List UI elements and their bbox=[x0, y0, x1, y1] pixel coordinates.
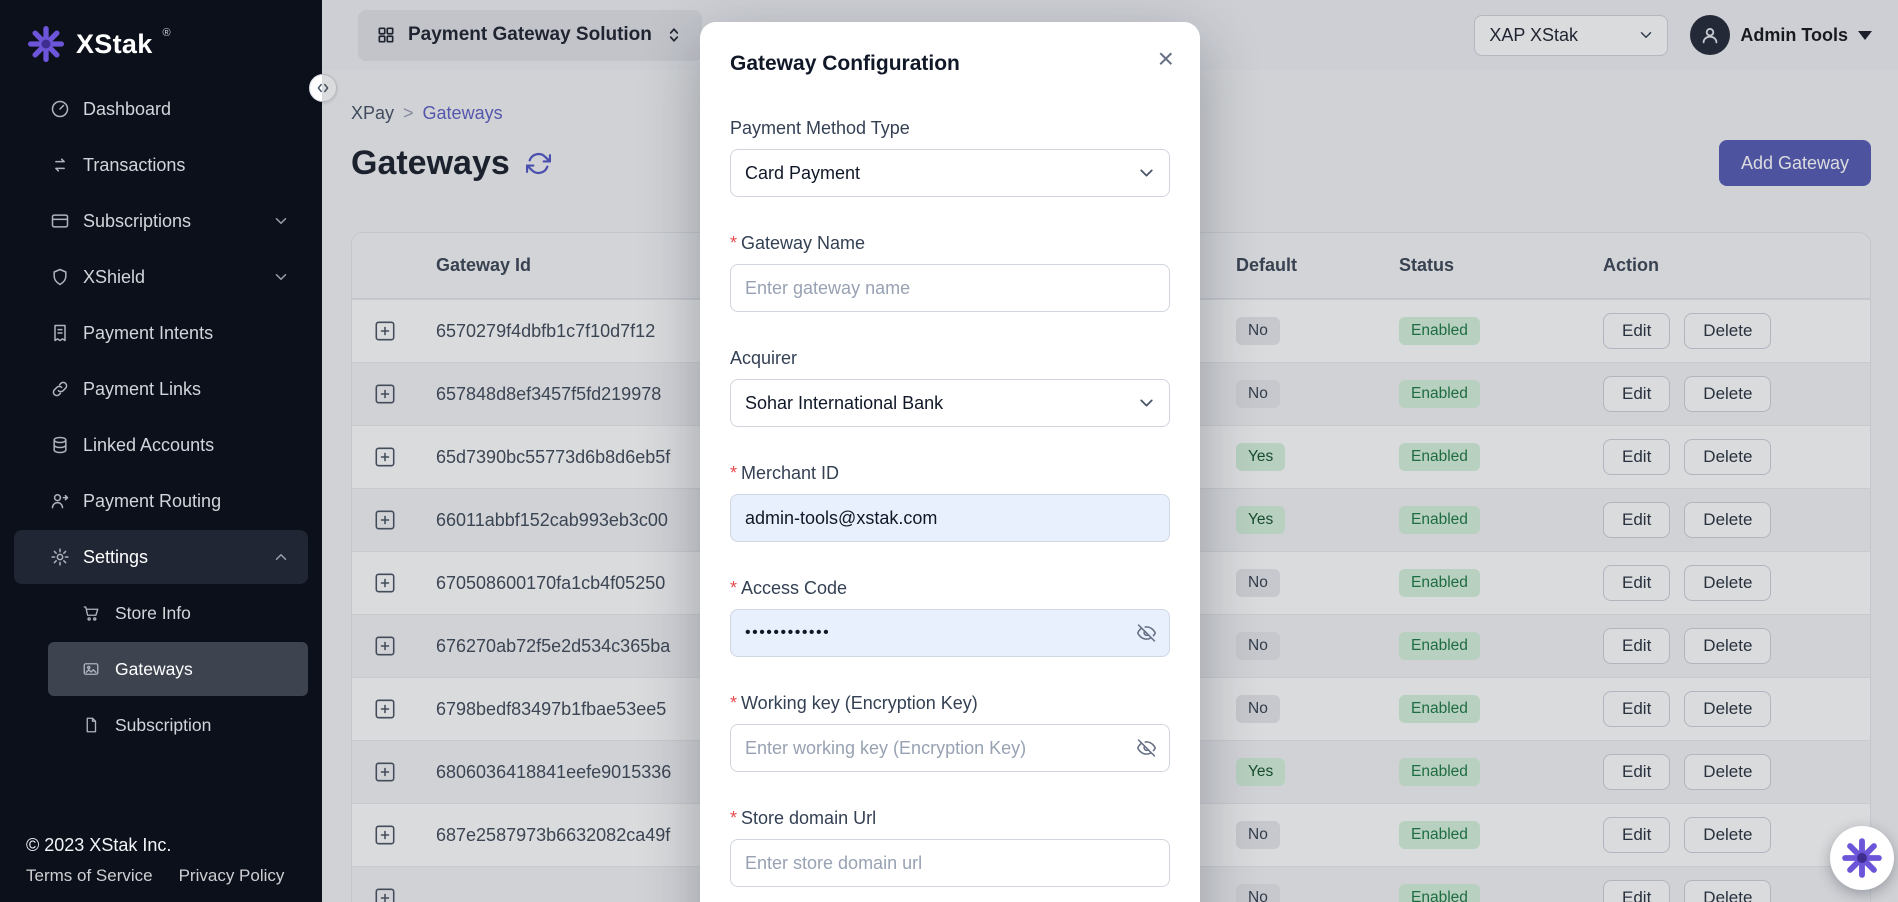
sidebar-item-label: XShield bbox=[83, 267, 145, 288]
sidebar-item-payment-links[interactable]: Payment Links bbox=[14, 362, 308, 416]
eye-off-icon[interactable] bbox=[1136, 738, 1157, 759]
sidebar-item-payment-routing[interactable]: Payment Routing bbox=[14, 474, 308, 528]
shield-icon bbox=[50, 267, 70, 287]
sidebar-item-label: Transactions bbox=[83, 155, 185, 176]
store-domain-url-label: Store domain Url bbox=[741, 808, 876, 829]
card-icon bbox=[50, 211, 70, 231]
document-icon bbox=[82, 715, 102, 735]
xstak-logo-icon bbox=[26, 24, 66, 64]
sidebar-item-subscription[interactable]: Subscription bbox=[48, 698, 308, 752]
working-key-input[interactable] bbox=[730, 724, 1170, 772]
access-code-label: Access Code bbox=[741, 578, 847, 599]
sidebar-item-label: Payment Routing bbox=[83, 491, 221, 512]
chevron-up-icon bbox=[272, 548, 290, 566]
chevron-down-icon bbox=[1136, 163, 1157, 184]
close-icon[interactable]: × bbox=[1158, 48, 1174, 70]
registered-mark: ® bbox=[163, 24, 171, 42]
sidebar-item-label: Dashboard bbox=[83, 99, 171, 120]
payment-method-type-label: Payment Method Type bbox=[730, 118, 910, 139]
payment-method-type-select[interactable]: Card Payment bbox=[730, 149, 1170, 197]
merchant-id-input[interactable] bbox=[730, 494, 1170, 542]
gateway-name-input[interactable] bbox=[730, 264, 1170, 312]
app-root: XStak ® Dashboard Transactions Subscr bbox=[0, 0, 1898, 902]
terms-of-service-link[interactable]: Terms of Service bbox=[26, 866, 153, 886]
merchant-id-label: Merchant ID bbox=[741, 463, 839, 484]
sidebar-item-store-info[interactable]: Store Info bbox=[48, 586, 308, 640]
sidebar-item-xshield[interactable]: XShield bbox=[14, 250, 308, 304]
sidebar-item-linked-accounts[interactable]: Linked Accounts bbox=[14, 418, 308, 472]
sidebar-item-label: Payment Intents bbox=[83, 323, 213, 344]
access-code-input[interactable] bbox=[730, 609, 1170, 657]
store-domain-url-input[interactable] bbox=[730, 839, 1170, 887]
sidebar-item-gateways[interactable]: Gateways bbox=[48, 642, 308, 696]
eye-off-icon[interactable] bbox=[1136, 623, 1157, 644]
sidebar-item-transactions[interactable]: Transactions bbox=[14, 138, 308, 192]
logo: XStak ® bbox=[0, 0, 322, 78]
sidebar-item-label: Subscription bbox=[115, 715, 211, 736]
chevron-down-icon bbox=[1136, 393, 1157, 414]
copyright-text: © 2023 XStak Inc. bbox=[26, 835, 284, 856]
required-asterisk: * bbox=[730, 808, 737, 829]
dashboard-icon bbox=[50, 99, 70, 119]
sidebar-item-subscriptions[interactable]: Subscriptions bbox=[14, 194, 308, 248]
sidebar-nav: Dashboard Transactions Subscriptions bbox=[0, 82, 322, 752]
required-asterisk: * bbox=[730, 233, 737, 254]
modal-title: Gateway Configuration bbox=[730, 52, 1170, 76]
routing-icon bbox=[50, 491, 70, 511]
gateway-configuration-modal: Gateway Configuration × Payment Method T… bbox=[700, 22, 1200, 902]
sidebar-item-settings[interactable]: Settings bbox=[14, 530, 308, 584]
gateway-image-icon bbox=[82, 659, 102, 679]
logo-text: XStak bbox=[76, 24, 153, 64]
privacy-policy-link[interactable]: Privacy Policy bbox=[179, 866, 285, 886]
link-icon bbox=[50, 379, 70, 399]
required-asterisk: * bbox=[730, 463, 737, 484]
payment-method-type-value: Card Payment bbox=[745, 163, 860, 184]
coins-icon bbox=[50, 435, 70, 455]
sidebar-item-dashboard[interactable]: Dashboard bbox=[14, 82, 308, 136]
required-asterisk: * bbox=[730, 578, 737, 599]
acquirer-value: Sohar International Bank bbox=[745, 393, 943, 414]
chevron-down-icon bbox=[272, 212, 290, 230]
sidebar-item-label: Payment Links bbox=[83, 379, 201, 400]
receipt-icon bbox=[50, 323, 70, 343]
cart-icon bbox=[82, 603, 102, 623]
gateway-name-label: Gateway Name bbox=[741, 233, 865, 254]
transactions-icon bbox=[50, 155, 70, 175]
sidebar-item-label: Gateways bbox=[115, 659, 193, 680]
sidebar-item-label: Settings bbox=[83, 547, 148, 568]
sidebar-item-label: Store Info bbox=[115, 603, 191, 624]
chevron-down-icon bbox=[272, 268, 290, 286]
chat-widget-button[interactable] bbox=[1830, 826, 1894, 890]
sidebar-footer: © 2023 XStak Inc. Terms of Service Priva… bbox=[26, 835, 284, 886]
settings-submenu: Store Info Gateways Subscription bbox=[0, 586, 322, 752]
required-asterisk: * bbox=[730, 693, 737, 714]
acquirer-label: Acquirer bbox=[730, 348, 797, 369]
sidebar-item-label: Linked Accounts bbox=[83, 435, 214, 456]
gear-icon bbox=[50, 547, 70, 567]
sidebar-item-label: Subscriptions bbox=[83, 211, 191, 232]
sidebar: XStak ® Dashboard Transactions Subscr bbox=[0, 0, 322, 902]
acquirer-select[interactable]: Sohar International Bank bbox=[730, 379, 1170, 427]
working-key-label: Working key (Encryption Key) bbox=[741, 693, 978, 714]
xstak-asterisk-icon bbox=[1840, 836, 1884, 880]
sidebar-item-payment-intents[interactable]: Payment Intents bbox=[14, 306, 308, 360]
